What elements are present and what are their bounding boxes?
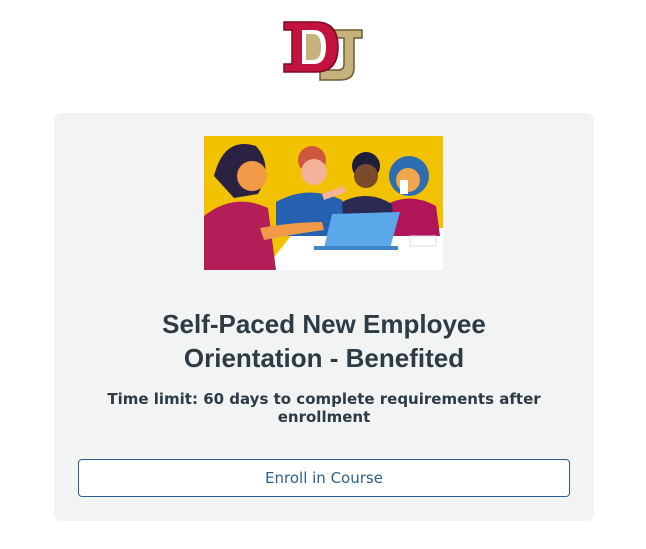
course-title: Self-Paced New Employee Orientation - Be… bbox=[74, 307, 574, 375]
enroll-in-course-button[interactable]: Enroll in Course bbox=[78, 459, 570, 497]
du-logo-icon bbox=[283, 21, 363, 81]
du-logo bbox=[280, 18, 366, 84]
time-limit-text: Time limit: 60 days to complete requirem… bbox=[107, 390, 541, 426]
team-meeting-illustration-icon bbox=[204, 136, 443, 270]
course-title-line1: Self-Paced New Employee bbox=[162, 309, 486, 339]
course-hero-image bbox=[204, 136, 443, 270]
course-title-line2: Orientation - Benefited bbox=[183, 343, 465, 373]
course-card: Self-Paced New Employee Orientation - Be… bbox=[54, 113, 594, 521]
